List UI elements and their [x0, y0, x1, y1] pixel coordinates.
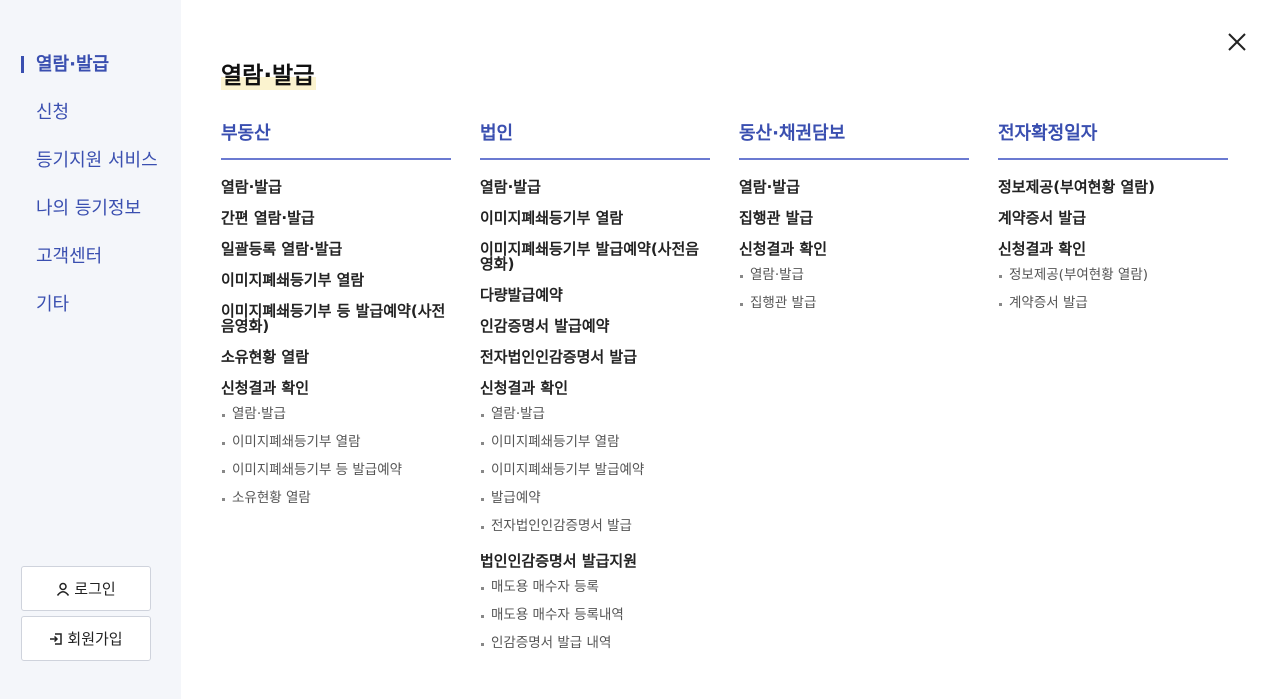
submenu-item[interactable]: 인감증명서 발급 내역 [480, 635, 710, 663]
menu-item[interactable]: 법인인감증명서 발급지원 [480, 554, 710, 569]
login-button[interactable]: 로그인 [21, 566, 151, 611]
menu-item[interactable]: 정보제공(부여현황 열람) [998, 180, 1228, 195]
menu-item[interactable]: 이미지폐쇄등기부 등 발급예약(사전음영화) [221, 304, 447, 334]
column-heading: 부동산 [221, 120, 451, 160]
page-title: 열람·발급 [221, 56, 317, 90]
signup-button[interactable]: 회원가입 [21, 616, 151, 661]
submenu-list: 정보제공(부여현황 열람) 계약증서 발급 [998, 267, 1228, 323]
submenu-item[interactable]: 집행관 발급 [739, 295, 969, 323]
menu-list: 열람·발급 간편 열람·발급 일괄등록 열람·발급 이미지폐쇄등기부 열람 이미… [221, 160, 451, 518]
menu-item[interactable]: 전자법인인감증명서 발급 [480, 350, 710, 365]
menu-column-real-estate: 부동산 열람·발급 간편 열람·발급 일괄등록 열람·발급 이미지폐쇄등기부 열… [221, 120, 451, 526]
submenu-list: 열람·발급 이미지폐쇄등기부 열람 이미지폐쇄등기부 발급예약 발급예약 전자법… [480, 406, 710, 546]
sidebar-item-my-registry[interactable]: 나의 등기정보 [0, 195, 181, 243]
submenu-item[interactable]: 소유현황 열람 [221, 490, 451, 518]
sidebar-item-etc[interactable]: 기타 [0, 291, 181, 339]
menu-item[interactable]: 열람·발급 [480, 180, 710, 195]
submenu-item[interactable]: 이미지폐쇄등기부 열람 [480, 434, 710, 462]
menu-column-corporation: 법인 열람·발급 이미지폐쇄등기부 열람 이미지폐쇄등기부 발급예약(사전음영화… [480, 120, 710, 671]
sidebar-nav: 열람·발급 신청 등기지원 서비스 나의 등기정보 고객센터 기타 [0, 51, 181, 339]
menu-item[interactable]: 이미지폐쇄등기부 발급예약(사전음영화) [480, 242, 706, 272]
submenu-item[interactable]: 전자법인인감증명서 발급 [480, 518, 710, 546]
sidebar-item-view-issue[interactable]: 열람·발급 [0, 51, 181, 99]
sidebar-item-apply[interactable]: 신청 [0, 99, 181, 147]
menu-item[interactable]: 계약증서 발급 [998, 211, 1228, 226]
column-heading: 동산·채권담보 [739, 120, 969, 160]
menu-list: 열람·발급 집행관 발급 신청결과 확인 열람·발급 집행관 발급 [739, 160, 969, 323]
menu-item[interactable]: 간편 열람·발급 [221, 211, 451, 226]
submenu-item[interactable]: 열람·발급 [739, 267, 969, 295]
menu-item[interactable]: 열람·발급 [221, 180, 451, 195]
menu-item[interactable]: 신청결과 확인 [998, 242, 1228, 257]
submenu-item[interactable]: 열람·발급 [221, 406, 451, 434]
menu-item[interactable]: 집행관 발급 [739, 211, 969, 226]
user-icon [57, 582, 70, 596]
submenu-item[interactable]: 이미지폐쇄등기부 발급예약 [480, 462, 710, 490]
login-label: 로그인 [74, 580, 116, 598]
menu-item[interactable]: 신청결과 확인 [221, 381, 451, 396]
sitemap-page: 열람·발급 신청 등기지원 서비스 나의 등기정보 고객센터 기타 로그인 회원… [0, 0, 1266, 699]
sidebar-item-registry-support[interactable]: 등기지원 서비스 [0, 147, 181, 195]
menu-column-movable-collateral: 동산·채권담보 열람·발급 집행관 발급 신청결과 확인 열람·발급 집행관 발… [739, 120, 969, 331]
menu-item[interactable]: 신청결과 확인 [739, 242, 969, 257]
submenu-list: 열람·발급 이미지폐쇄등기부 열람 이미지폐쇄등기부 등 발급예약 소유현황 열… [221, 406, 451, 518]
menu-item[interactable]: 이미지폐쇄등기부 열람 [480, 211, 710, 226]
submenu-item[interactable]: 열람·발급 [480, 406, 710, 434]
column-heading: 전자확정일자 [998, 120, 1228, 160]
menu-list: 열람·발급 이미지폐쇄등기부 열람 이미지폐쇄등기부 발급예약(사전음영화) 다… [480, 160, 710, 663]
submenu-item[interactable]: 매도용 매수자 등록내역 [480, 607, 710, 635]
sidebar-item-customer-center[interactable]: 고객센터 [0, 243, 181, 291]
menu-column-e-fixed-date: 전자확정일자 정보제공(부여현황 열람) 계약증서 발급 신청결과 확인 정보제… [998, 120, 1228, 331]
submenu-item[interactable]: 발급예약 [480, 490, 710, 518]
submenu-list: 매도용 매수자 등록 매도용 매수자 등록내역 인감증명서 발급 내역 [480, 579, 710, 663]
close-icon [1228, 33, 1246, 51]
menu-item[interactable]: 이미지폐쇄등기부 열람 [221, 273, 451, 288]
menu-item[interactable]: 열람·발급 [739, 180, 969, 195]
column-heading: 법인 [480, 120, 710, 160]
sidebar: 열람·발급 신청 등기지원 서비스 나의 등기정보 고객센터 기타 로그인 회원… [0, 0, 181, 699]
submenu-item[interactable]: 이미지폐쇄등기부 열람 [221, 434, 451, 462]
submenu-item[interactable]: 계약증서 발급 [998, 295, 1228, 323]
sign-in-icon [50, 632, 63, 645]
menu-list: 정보제공(부여현황 열람) 계약증서 발급 신청결과 확인 정보제공(부여현황 … [998, 160, 1228, 323]
signup-label: 회원가입 [67, 630, 123, 648]
submenu-item[interactable]: 매도용 매수자 등록 [480, 579, 710, 607]
menu-item[interactable]: 인감증명서 발급예약 [480, 319, 710, 334]
submenu-item[interactable]: 정보제공(부여현황 열람) [998, 267, 1228, 295]
menu-item[interactable]: 신청결과 확인 [480, 381, 710, 396]
close-button[interactable] [1225, 30, 1249, 54]
menu-item[interactable]: 일괄등록 열람·발급 [221, 242, 451, 257]
submenu-list: 열람·발급 집행관 발급 [739, 267, 969, 323]
submenu-item[interactable]: 이미지폐쇄등기부 등 발급예약 [221, 462, 451, 490]
menu-item[interactable]: 소유현황 열람 [221, 350, 451, 365]
menu-item[interactable]: 다량발급예약 [480, 288, 710, 303]
